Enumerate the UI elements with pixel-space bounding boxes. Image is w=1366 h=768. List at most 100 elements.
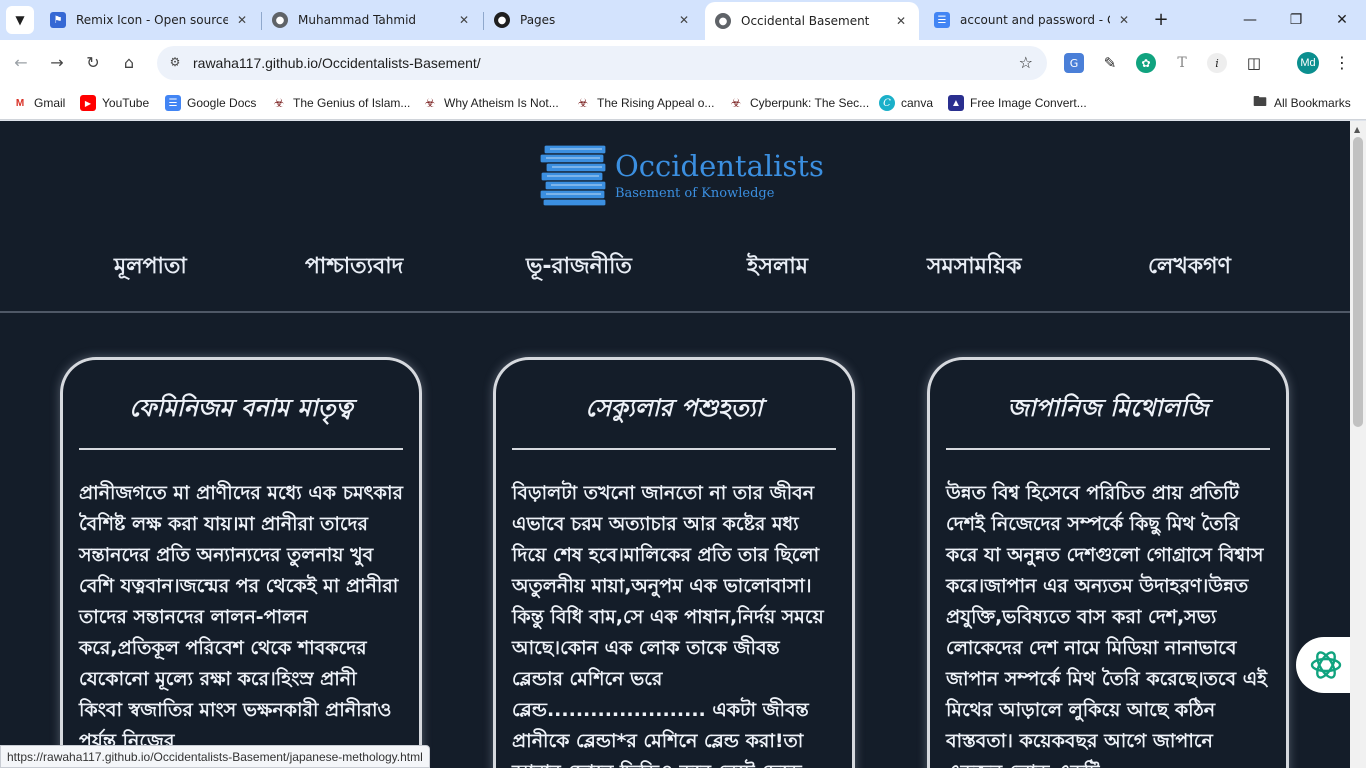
docs-icon: ☰ — [165, 95, 181, 111]
new-tab-button[interactable]: + — [1150, 9, 1172, 31]
address-bar[interactable]: ⚙ rawaha117.github.io/Occidentalists-Bas… — [157, 46, 1047, 80]
article-card-feminism[interactable]: ফেমিনিজম বনাম মাতৃত্ব প্রানীজগতে মা প্রা… — [60, 357, 422, 768]
chevron-down-icon: ▼ — [15, 13, 25, 27]
bookmark-free-image-converter[interactable]: ▲ Free Image Convert... — [948, 93, 1087, 113]
url-text[interactable]: rawaha117.github.io/Occidentalists-Basem… — [193, 55, 481, 71]
home-button[interactable]: ⌂ — [116, 50, 142, 76]
tab-remix-icon[interactable]: ⚑ Remix Icon - Open source ic ✕ — [40, 6, 260, 34]
card-title[interactable]: জাপানিজ মিথোলজি — [946, 390, 1270, 430]
bookmark-rising-appeal[interactable]: ☣ The Rising Appeal o... — [575, 93, 715, 113]
bookmark-cyberpunk[interactable]: ☣ Cyberpunk: The Sec... — [728, 93, 870, 113]
close-icon[interactable]: ✕ — [1116, 13, 1132, 27]
bookmark-label: Cyberpunk: The Sec... — [750, 96, 870, 110]
all-bookmarks-button[interactable]: 🖿 All Bookmarks — [1252, 93, 1351, 113]
theater-icon: ☣ — [273, 96, 285, 110]
bookmark-youtube[interactable]: ▶ YouTube — [80, 93, 149, 113]
info-extension-icon[interactable]: i — [1207, 53, 1227, 73]
menu-item-home[interactable]: মূলপাতা — [114, 249, 187, 286]
menu-item-contemporary[interactable]: সমসাময়িক — [927, 249, 1022, 286]
restore-icon: ❐ — [1289, 12, 1303, 28]
article-card-japanese-mythology[interactable]: জাপানিজ মিথোলজি উন্নত বিশ্ব হিসেবে পরিচি… — [927, 357, 1289, 768]
bookmark-why-atheism[interactable]: ☣ Why Atheism Is Not... — [422, 93, 559, 113]
text-extension-icon[interactable]: T — [1172, 53, 1192, 73]
bookmark-label: Google Docs — [187, 96, 257, 110]
globe-icon: ● — [272, 12, 288, 28]
menu-item-occidentalism[interactable]: পাশ্চাত্যবাদ — [305, 249, 403, 286]
menu-item-geopolitics[interactable]: ভূ-রাজনীতি — [526, 249, 632, 286]
tab-occidental-basement[interactable]: ● Occidental Basement ✕ — [705, 2, 919, 40]
card-divider — [79, 448, 403, 450]
bookmark-star-icon[interactable]: ☆ — [1019, 53, 1033, 72]
menu-item-islam[interactable]: ইসলাম — [747, 249, 808, 286]
card-excerpt: উন্নত বিশ্ব হিসেবে পরিচিত প্রায় প্রতিটি… — [946, 482, 1268, 768]
bookmark-label: The Genius of Islam... — [293, 96, 411, 110]
tab-title: Pages — [520, 13, 556, 27]
page-viewport: Occidentalists Basement of Knowledge মূল… — [0, 121, 1350, 768]
browser-menu-button[interactable]: ⋮ — [1334, 52, 1350, 74]
gmail-icon: M — [12, 95, 28, 111]
card-divider — [946, 448, 1270, 450]
bookmark-label: Free Image Convert... — [970, 96, 1087, 110]
header-divider — [0, 311, 1350, 313]
extensions-puzzle-icon[interactable]: ◫ — [1244, 53, 1264, 73]
chatgpt-assistant-button[interactable] — [1296, 637, 1350, 693]
site-logo[interactable]: Occidentalists Basement of Knowledge — [539, 143, 824, 207]
card-excerpt: প্রানীজগতে মা প্রাণীদের মধ্যে এক চমৎকার … — [79, 482, 403, 752]
bookmark-label: Gmail — [34, 96, 66, 110]
restore-button[interactable]: ❐ — [1284, 8, 1308, 32]
bookmark-label: YouTube — [102, 96, 150, 110]
article-card-secular-animal-killing[interactable]: সেক্যুলার পশুহত্যা বিড়ালটা তখনো জানতো ন… — [493, 357, 855, 768]
home-icon: ⌂ — [123, 53, 135, 72]
forward-button[interactable]: → — [44, 50, 70, 76]
site-info-icon[interactable]: ⚙ — [167, 55, 183, 71]
theater-icon: ☣ — [424, 96, 436, 110]
chatgpt-icon — [1310, 651, 1342, 679]
all-bookmarks-label: All Bookmarks — [1274, 96, 1351, 110]
close-icon[interactable]: ✕ — [234, 13, 250, 27]
close-window-button[interactable]: ✕ — [1330, 8, 1354, 32]
back-button[interactable]: ← — [8, 50, 34, 76]
arrow-right-icon: → — [50, 53, 64, 72]
bookmark-genius-of-islam[interactable]: ☣ The Genius of Islam... — [271, 93, 411, 113]
tab-title: Muhammad Tahmid — [298, 13, 417, 27]
bookmark-label: Why Atheism Is Not... — [444, 96, 559, 110]
tab-account-and-password[interactable]: ☰ account and password - Goo ✕ — [924, 6, 1142, 34]
tab-strip: ▼ ⚑ Remix Icon - Open source ic ✕ ● Muha… — [0, 0, 1366, 40]
folder-icon: 🖿 — [1253, 93, 1267, 109]
close-icon: ✕ — [1336, 12, 1348, 28]
card-title[interactable]: সেক্যুলার পশুহত্যা — [512, 390, 836, 430]
chatgpt-extension-icon[interactable]: ✿ — [1136, 53, 1156, 73]
plus-icon: + — [1153, 9, 1169, 30]
minimize-button[interactable]: — — [1238, 8, 1262, 32]
logo-subtitle: Basement of Knowledge — [615, 186, 775, 201]
tab-pages[interactable]: ● Pages ✕ — [484, 6, 702, 34]
tab-search-button[interactable]: ▼ — [6, 6, 34, 34]
canva-icon: C — [879, 95, 895, 111]
scroll-up-icon[interactable]: ▲ — [1354, 125, 1360, 134]
card-divider — [512, 448, 836, 450]
bookmark-google-docs[interactable]: ☰ Google Docs — [165, 93, 256, 113]
reload-button[interactable]: ↻ — [80, 50, 106, 76]
profile-avatar[interactable]: Md — [1297, 52, 1319, 74]
page-scrollbar[interactable]: ▲ — [1350, 121, 1366, 768]
minimize-icon: — — [1243, 12, 1257, 28]
card-title[interactable]: ফেমিনিজম বনাম মাতৃত্ব — [79, 390, 403, 430]
theater-icon: ☣ — [577, 96, 589, 110]
link-status-bar: https://rawaha117.github.io/Occidentalis… — [0, 745, 430, 768]
eyedropper-extension-icon[interactable]: ✎ — [1100, 53, 1120, 73]
theater-icon: ☣ — [730, 96, 742, 110]
reload-icon: ↻ — [86, 53, 100, 72]
translate-extension-icon[interactable]: G — [1064, 53, 1084, 73]
tab-muhammad-tahmid[interactable]: ● Muhammad Tahmid ✕ — [262, 6, 482, 34]
close-icon[interactable]: ✕ — [456, 13, 472, 27]
bookmark-canva[interactable]: C canva — [879, 93, 933, 113]
menu-item-writers[interactable]: লেখকগণ — [1148, 249, 1231, 286]
close-icon[interactable]: ✕ — [676, 13, 692, 27]
books-logo-icon — [539, 144, 607, 207]
scrollbar-thumb[interactable] — [1353, 137, 1363, 427]
close-icon[interactable]: ✕ — [893, 14, 909, 28]
bookmark-label: canva — [901, 96, 934, 110]
bookmark-gmail[interactable]: M Gmail — [12, 93, 65, 113]
github-icon: ● — [494, 12, 510, 28]
logo-title: Occidentalists — [615, 149, 824, 183]
